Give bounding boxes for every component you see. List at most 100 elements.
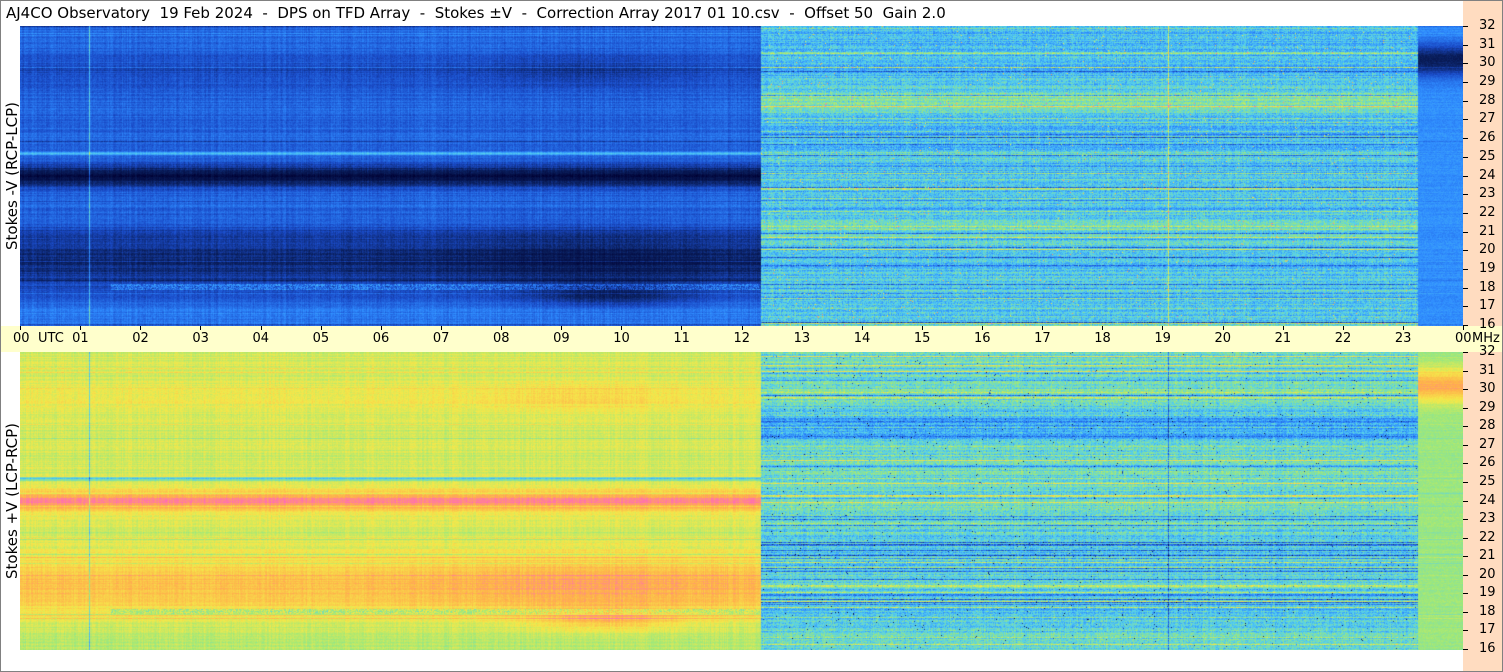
y-tick-label: 23	[1479, 511, 1496, 526]
y-tick-label: 16	[1479, 317, 1496, 332]
x-tick-label: 14	[853, 331, 871, 346]
x-tick-mark	[561, 326, 562, 330]
stokes-plus-v-spectrogram[interactable]	[20, 352, 1463, 650]
y-tick-label: 26	[1479, 130, 1496, 145]
y-tick-mark	[1463, 45, 1468, 46]
y-tick-mark	[1463, 101, 1468, 102]
x-tick-label: 03	[192, 331, 209, 346]
y-tick-mark	[1463, 157, 1468, 158]
y-tick-mark	[1463, 389, 1468, 390]
y-tick-mark	[1463, 250, 1468, 251]
y-tick-mark	[1463, 463, 1468, 464]
y-tick-mark	[1463, 213, 1468, 214]
y-tick-mark	[1463, 194, 1468, 195]
x-tick-mark	[1162, 326, 1163, 330]
x-tick-label: 18	[1094, 331, 1111, 346]
top-panel-ylabel-text: Stokes -V (RCP-LCP)	[3, 102, 21, 250]
x-tick-label: 02	[132, 331, 149, 346]
x-tick-mark	[982, 326, 983, 330]
x-tick-mark	[1223, 326, 1224, 330]
x-tick-label: 16	[974, 331, 991, 346]
y-tick-mark	[1463, 519, 1468, 520]
x-tick-mark	[1343, 326, 1344, 330]
y-tick-label: 19	[1479, 585, 1496, 600]
x-tick-label: 07	[432, 331, 450, 346]
x-tick-mark	[381, 326, 382, 330]
y-tick-mark	[1463, 501, 1468, 502]
x-tick-mark	[1042, 326, 1043, 330]
x-tick-mark	[681, 326, 682, 330]
x-tick-mark	[321, 326, 322, 330]
y-tick-mark	[1463, 575, 1468, 576]
x-tick-mark	[1463, 326, 1464, 330]
x-tick-mark	[922, 326, 923, 330]
x-tick-label: 00	[1455, 331, 1472, 346]
y-tick-mark	[1463, 232, 1468, 233]
x-tick-mark	[1283, 326, 1284, 330]
x-tick-label: 04	[252, 331, 270, 346]
y-tick-label: 31	[1479, 363, 1496, 378]
y-tick-label: 28	[1479, 93, 1496, 108]
y-tick-mark	[1463, 176, 1468, 177]
x-tick-label: 22	[1334, 331, 1352, 346]
y-tick-mark	[1463, 538, 1468, 539]
y-tick-mark	[1463, 649, 1468, 650]
y-tick-label: 18	[1479, 604, 1496, 619]
y-tick-label: 30	[1479, 55, 1496, 70]
y-tick-label: 27	[1479, 437, 1496, 452]
x-tick-mark	[802, 326, 803, 330]
y-tick-mark	[1463, 371, 1468, 372]
y-tick-label: 23	[1479, 186, 1496, 201]
x-tick-label: 13	[793, 331, 811, 346]
y-tick-mark	[1463, 426, 1468, 427]
x-tick-mark	[441, 326, 442, 330]
x-tick-mark	[200, 326, 201, 330]
x-tick-mark	[140, 326, 141, 330]
x-tick-label: 10	[613, 331, 630, 346]
x-tick-label: 01	[72, 331, 89, 346]
y-tick-label: 28	[1479, 418, 1496, 433]
x-tick-label: 23	[1394, 331, 1412, 346]
y-tick-mark	[1463, 82, 1468, 83]
bottom-panel-ylabel-text: Stokes +V (LCP-RCP)	[3, 423, 21, 579]
x-tick-label: 05	[312, 331, 330, 346]
y-tick-mark	[1463, 269, 1468, 270]
y-tick-label: 24	[1479, 493, 1496, 508]
y-tick-label: 20	[1479, 242, 1496, 257]
x-tick-label: 20	[1214, 331, 1232, 346]
y-tick-label: 29	[1479, 74, 1496, 89]
y-tick-label: 31	[1479, 37, 1496, 52]
y-tick-label: 17	[1479, 298, 1496, 313]
y-tick-label: 16	[1479, 641, 1496, 656]
y-tick-label: 21	[1479, 224, 1496, 239]
x-tick-mark	[20, 326, 21, 330]
stokes-plus-v-heatmap	[20, 352, 1463, 650]
x-tick-label: 21	[1274, 331, 1292, 346]
x-tick-mark	[742, 326, 743, 330]
y-tick-label: 25	[1479, 474, 1496, 489]
y-tick-label: 26	[1479, 455, 1496, 470]
stokes-minus-v-spectrogram[interactable]	[20, 26, 1463, 326]
y-tick-label: 32	[1479, 18, 1496, 33]
y-tick-mark	[1463, 288, 1468, 289]
x-tick-label: 15	[913, 331, 931, 346]
y-tick-label: 21	[1479, 548, 1496, 563]
y-tick-mark	[1463, 593, 1468, 594]
y-tick-mark	[1463, 306, 1468, 307]
x-tick-mark	[621, 326, 622, 330]
x-unit-label: UTC	[38, 331, 64, 346]
y-tick-mark	[1463, 408, 1468, 409]
y-tick-mark	[1463, 612, 1468, 613]
chart-title: AJ4CO Observatory 19 Feb 2024 - DPS on T…	[6, 4, 946, 22]
y-tick-mark	[1463, 445, 1468, 446]
y-tick-label: 29	[1479, 400, 1496, 415]
y-tick-label: 17	[1479, 622, 1496, 637]
y-tick-label: 18	[1479, 280, 1496, 295]
x-tick-label: 06	[372, 331, 390, 346]
x-tick-mark	[261, 326, 262, 330]
y-tick-label: 20	[1479, 567, 1496, 582]
x-tick-label: 09	[553, 331, 570, 346]
y-tick-mark	[1463, 26, 1468, 27]
y-tick-mark	[1463, 630, 1468, 631]
y-tick-mark	[1463, 352, 1468, 353]
